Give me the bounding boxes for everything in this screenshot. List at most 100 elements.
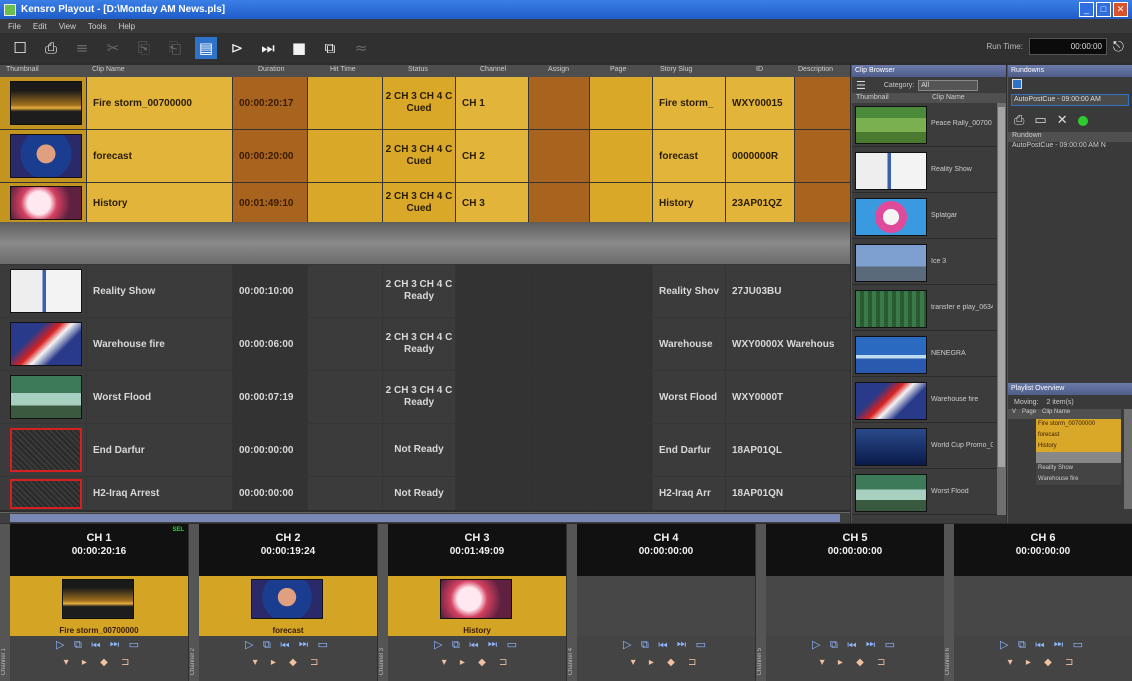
list-item[interactable]: NENEGRA	[852, 333, 997, 377]
playlist-divider[interactable]	[0, 222, 850, 264]
calendar-icon[interactable]	[1012, 79, 1022, 89]
col-thumbnail[interactable]: Thumbnail	[6, 66, 39, 73]
channel-panel-1[interactable]: Channel 1 CH 1 00:00:20:16 SEL Fire storm_…	[0, 524, 188, 681]
overview-row[interactable]: Fire storm_00700000	[1036, 419, 1121, 430]
col-hit-time[interactable]: Hit Time	[330, 66, 356, 73]
rundown-row[interactable]: AutoPostCue - 09:00:00 AM N	[1008, 142, 1132, 152]
story-slug-cell: H2-Iraq Arr	[653, 477, 725, 510]
clip-browser-scrollbar[interactable]	[997, 103, 1006, 515]
transport-controls[interactable]: ▷ ⧉ ⏮ ⏭ ▭	[577, 638, 755, 652]
exit-icon[interactable]: ⎋	[1113, 38, 1124, 55]
import-icon[interactable]: ⎙	[1014, 113, 1024, 128]
col-duration[interactable]: Duration	[258, 66, 284, 73]
menu-help[interactable]: Help	[119, 22, 135, 31]
scrollbar-thumb[interactable]	[998, 107, 1005, 467]
overview-scrollbar[interactable]	[1124, 409, 1132, 509]
list-icon[interactable]: ☰	[856, 79, 866, 92]
transport-controls[interactable]: ▷ ⧉ ⏮ ⏭ ▭	[199, 638, 377, 652]
rundown-select[interactable]: AutoPostCue - 09:00:00 AM	[1011, 94, 1129, 106]
go-icon[interactable]	[1077, 115, 1088, 126]
channel-cell	[456, 424, 528, 476]
overview-row[interactable]: History	[1036, 441, 1121, 452]
overview-row[interactable]: Warehouse fire	[1036, 474, 1121, 485]
channel-panel-6[interactable]: Channel 6 CH 6 00:00:00:00 ▷ ⧉ ⏮ ⏭ ▭ ▾ ▸ …	[944, 524, 1132, 681]
channel-name: CH 3	[464, 532, 490, 544]
menu-view[interactable]: View	[59, 22, 76, 31]
channel-panel-3[interactable]: Channel 3 CH 3 00:01:49:09 History ▷ ⧉ ⏮ …	[378, 524, 566, 681]
table-row[interactable]: H2-Iraq Arrest 00:00:00:00 Not Ready H2-…	[0, 477, 850, 510]
category-select[interactable]: All	[918, 79, 979, 91]
menu-tools[interactable]: Tools	[88, 22, 107, 31]
transport-controls[interactable]: ▷ ⧉ ⏮ ⏭ ▭	[388, 638, 566, 652]
edit-icon[interactable]: ▭	[1034, 113, 1046, 128]
col-description[interactable]: Description	[798, 66, 833, 73]
table-row[interactable]: forecast 00:00:20:00 2 CH 3 CH 4 C Cued …	[0, 130, 850, 182]
run-time-label: Run Time:	[986, 42, 1023, 51]
channel-panel-2[interactable]: Channel 2 CH 2 00:00:19:24 forecast ▷ ⧉ ⏮…	[189, 524, 377, 681]
col-story-slug[interactable]: Story Slug	[660, 66, 692, 73]
maximize-button[interactable]: □	[1096, 2, 1111, 17]
table-row[interactable]: Reality Show 00:00:10:00 2 CH 3 CH 4 C R…	[0, 265, 850, 317]
delete-icon[interactable]: ✕	[1057, 113, 1068, 128]
skip-icon[interactable]: ⏭	[257, 37, 279, 59]
moving-value: 2 item(s)	[1046, 398, 1074, 406]
col-status[interactable]: Status	[408, 66, 428, 73]
description-cell	[795, 183, 850, 223]
col-clip-name[interactable]: Clip Name	[932, 94, 965, 101]
transport-controls[interactable]: ▷ ⧉ ⏮ ⏭ ▭	[10, 638, 188, 652]
list-item[interactable]: transfer e play_0634	[852, 287, 997, 331]
new-icon[interactable]: ☐	[9, 37, 31, 59]
list-item[interactable]: Ice 3	[852, 241, 997, 285]
menu-file[interactable]: File	[8, 22, 21, 31]
channel-tools[interactable]: ▾ ▸ ◆ ⊐	[388, 657, 566, 668]
close-button[interactable]: ✕	[1113, 2, 1128, 17]
list-item[interactable]: Reality Show	[852, 149, 997, 193]
camera-icon[interactable]: ⧉	[319, 37, 341, 59]
channel-cell: CH 3	[456, 183, 528, 223]
app-icon	[4, 3, 16, 16]
scrollbar-thumb[interactable]	[10, 514, 840, 522]
channel-tools[interactable]: ▾ ▸ ◆ ⊐	[10, 657, 188, 668]
minimize-button[interactable]: _	[1079, 2, 1094, 17]
list-item[interactable]: Warehouse fire	[852, 379, 997, 423]
stop-icon[interactable]: ■	[288, 37, 310, 59]
menu-edit[interactable]: Edit	[33, 22, 47, 31]
list-item[interactable]: Splatgar	[852, 195, 997, 239]
col-channel[interactable]: Channel	[480, 66, 506, 73]
channel-tools[interactable]: ▾ ▸ ◆ ⊐	[766, 657, 944, 668]
col-id[interactable]: ID	[756, 66, 763, 73]
list-item[interactable]: Peace Rally_00700	[852, 103, 997, 147]
table-row[interactable]: Fire storm_00700000 00:00:20:17 2 CH 3 C…	[0, 77, 850, 129]
list-item[interactable]: World Cup Promo_00	[852, 425, 997, 469]
assign-cell	[529, 130, 589, 182]
clip-thumbnail	[855, 336, 927, 374]
channel-name: CH 1	[86, 532, 112, 544]
clip-duration: 00:00:00:00	[233, 424, 307, 476]
channel-side-label: Channel 3	[379, 647, 385, 675]
overview-row[interactable]: Reality Show	[1036, 463, 1121, 474]
channel-panel-4[interactable]: Channel 4 CH 4 00:00:00:00 ▷ ⧉ ⏮ ⏭ ▭ ▾ ▸ …	[567, 524, 755, 681]
list-item[interactable]: Worst Flood	[852, 471, 997, 515]
play-icon[interactable]: ⊳	[226, 37, 248, 59]
channel-tools[interactable]: ▾ ▸ ◆ ⊐	[199, 657, 377, 668]
channel-panel-5[interactable]: Channel 5 CH 5 00:00:00:00 ▷ ⧉ ⏮ ⏭ ▭ ▾ ▸ …	[756, 524, 944, 681]
channel-tools[interactable]: ▾ ▸ ◆ ⊐	[577, 657, 755, 668]
col-clip-name[interactable]: Clip Name	[92, 66, 125, 73]
channel-clip-name: History	[463, 626, 491, 635]
channel-tools[interactable]: ▾ ▸ ◆ ⊐	[954, 657, 1132, 668]
table-row[interactable]: History 00:01:49:10 2 CH 3 CH 4 C Cued C…	[0, 183, 850, 223]
transport-controls[interactable]: ▷ ⧉ ⏮ ⏭ ▭	[766, 638, 944, 652]
col-assign[interactable]: Assign	[548, 66, 569, 73]
table-row[interactable]: End Darfur 00:00:00:00 Not Ready End Dar…	[0, 424, 850, 476]
overview-row[interactable]: forecast	[1036, 430, 1121, 441]
col-page[interactable]: Page	[610, 66, 626, 73]
playlist-horizontal-scrollbar[interactable]	[0, 512, 850, 523]
import-icon[interactable]: ⎙	[40, 37, 62, 59]
table-row[interactable]: Warehouse fire 00:00:06:00 2 CH 3 CH 4 C…	[0, 318, 850, 370]
playlist-view-icon[interactable]: ▤	[195, 37, 217, 59]
col-thumbnail[interactable]: Thumbnail	[856, 94, 889, 101]
waveform-icon: ≈	[354, 39, 368, 57]
clip-item-name: Warehouse fire	[931, 396, 979, 403]
transport-controls[interactable]: ▷ ⧉ ⏮ ⏭ ▭	[954, 638, 1132, 652]
table-row[interactable]: Worst Flood 00:00:07:19 2 CH 3 CH 4 C Re…	[0, 371, 850, 423]
